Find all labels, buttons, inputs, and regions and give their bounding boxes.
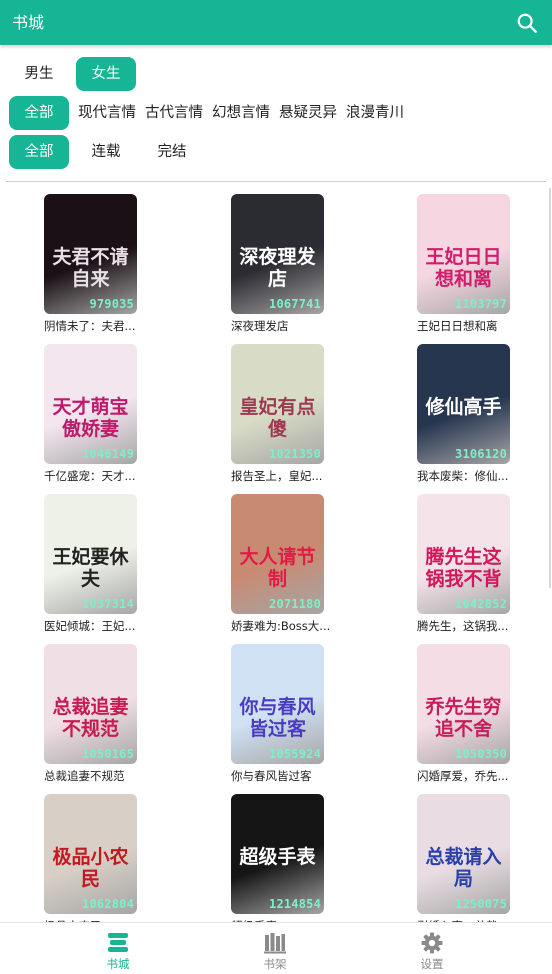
nav-label-settings: 设置 xyxy=(420,957,444,971)
scrollbar[interactable] xyxy=(549,188,551,588)
book-title[interactable]: 你与春风皆过客 xyxy=(231,768,381,784)
status-chip-ongoing[interactable]: 连载 xyxy=(82,135,130,169)
book-title[interactable]: 闪婚厚爱，乔先... xyxy=(417,768,552,784)
book-cover-title: 总裁追妻不规范 xyxy=(52,696,129,740)
category-chip-ancient-romance[interactable]: 古代言情 xyxy=(143,96,205,130)
book-cover-title: 大人请节制 xyxy=(239,546,316,590)
bookstore-icon xyxy=(108,933,128,952)
book-title[interactable]: 阴情未了：夫君... xyxy=(44,318,194,334)
search-icon[interactable] xyxy=(516,12,538,34)
book-word-count: 1214854 xyxy=(269,897,321,911)
gender-chip-female[interactable]: 女生 xyxy=(76,57,136,91)
book-cover[interactable]: 你与春风皆过客 1055924 xyxy=(231,644,324,764)
book-cover[interactable]: 修仙高手 3106120 xyxy=(417,344,510,464)
book-title[interactable]: 深夜理发店 xyxy=(231,318,381,334)
book-cover[interactable]: 极品小农民 1062804 xyxy=(44,794,137,914)
book-cover[interactable]: 皇妃有点傻 1021350 xyxy=(231,344,324,464)
book-cover-title: 天才萌宝傲娇妻 xyxy=(52,396,129,440)
nav-tab-bookshelf[interactable]: 书架 xyxy=(225,923,325,974)
bookshelf-icon xyxy=(264,933,286,954)
book-cover[interactable]: 腾先生这锅我不背 1042852 xyxy=(417,494,510,614)
status-chip-completed[interactable]: 完结 xyxy=(148,135,196,169)
book-cover[interactable]: 王妃日日想和离 1103797 xyxy=(417,194,510,314)
category-chip-fantasy-romance[interactable]: 幻想言情 xyxy=(210,96,272,130)
book-cover-title: 你与春风皆过客 xyxy=(239,696,316,740)
book-title[interactable]: 千亿盛宠：天才... xyxy=(44,468,194,484)
book-cover[interactable]: 超级手表 1214854 xyxy=(231,794,324,914)
book-cover[interactable]: 总裁追妻不规范 1050165 xyxy=(44,644,137,764)
book-grid: 夫君不请自来 979035 阴情未了：夫君... 深夜理发店 1067741 深夜理发店王… xyxy=(0,182,552,922)
book-word-count: 1055924 xyxy=(269,747,321,761)
book-title[interactable]: 王妃日日想和离 xyxy=(417,318,552,334)
nav-label-bookshelf: 书架 xyxy=(263,957,287,971)
book-title[interactable]: 娇妻难为:Boss大... xyxy=(231,618,381,634)
book-cover-title: 修仙高手 xyxy=(425,396,502,418)
book-word-count: 1103797 xyxy=(455,297,507,311)
settings-gear-icon xyxy=(421,932,443,954)
book-title[interactable]: 我本废柴：修仙... xyxy=(417,468,552,484)
book-title[interactable]: 腾先生，这锅我... xyxy=(417,618,552,634)
book-word-count: 1062804 xyxy=(82,897,134,911)
nav-tab-bookstore[interactable]: 书城 xyxy=(68,923,168,974)
book-cover-title: 王妃要休夫 xyxy=(52,546,129,590)
book-cover-title: 乔先生穷追不舍 xyxy=(425,696,502,740)
category-chip-all[interactable]: 全部 xyxy=(9,96,69,130)
book-cover[interactable]: 乔先生穷追不舍 1050350 xyxy=(417,644,510,764)
book-title[interactable]: 报告圣上，皇妃... xyxy=(231,468,381,484)
book-word-count: 3106120 xyxy=(455,447,507,461)
book-title[interactable]: 医妃倾城：王妃... xyxy=(44,618,194,634)
book-word-count: 1021350 xyxy=(269,447,321,461)
book-cover[interactable]: 夫君不请自来 979035 xyxy=(44,194,137,314)
book-cover-title: 腾先生这锅我不背 xyxy=(425,546,502,590)
book-word-count: 1050350 xyxy=(455,747,507,761)
book-word-count: 1042852 xyxy=(455,597,507,611)
book-word-count: 979035 xyxy=(89,297,134,311)
book-cover[interactable]: 王妃要休夫 1037314 xyxy=(44,494,137,614)
book-cover-title: 总裁请入局 xyxy=(425,846,502,890)
category-chip-romance-youth[interactable]: 浪漫青川 xyxy=(344,96,406,130)
book-cover-title: 皇妃有点傻 xyxy=(239,396,316,440)
app-header: 书城 xyxy=(0,0,552,45)
book-cover-title: 深夜理发店 xyxy=(239,246,316,290)
book-word-count: 2071180 xyxy=(269,597,321,611)
book-word-count: 1037314 xyxy=(82,597,134,611)
book-cover[interactable]: 大人请节制 2071180 xyxy=(231,494,324,614)
book-title[interactable]: 总裁追妻不规范 xyxy=(44,768,194,784)
book-word-count: 1067741 xyxy=(269,297,321,311)
book-cover-title: 超级手表 xyxy=(239,846,316,868)
book-cover-title: 王妃日日想和离 xyxy=(425,246,502,290)
status-chip-all[interactable]: 全部 xyxy=(9,135,69,169)
book-cover[interactable]: 天才萌宝傲娇妻 1046149 xyxy=(44,344,137,464)
book-cover-title: 夫君不请自来 xyxy=(52,246,129,290)
bottom-navigation: 书城 书架 设置 xyxy=(0,922,552,973)
book-cover[interactable]: 总裁请入局 1250075 xyxy=(417,794,510,914)
book-word-count: 1046149 xyxy=(82,447,134,461)
nav-label-bookstore: 书城 xyxy=(106,957,130,971)
nav-tab-settings[interactable]: 设置 xyxy=(382,923,482,974)
book-cover[interactable]: 深夜理发店 1067741 xyxy=(231,194,324,314)
book-word-count: 1050165 xyxy=(82,747,134,761)
book-cover-title: 极品小农民 xyxy=(52,846,129,890)
gender-chip-male[interactable]: 男生 xyxy=(16,57,62,91)
book-word-count: 1250075 xyxy=(455,897,507,911)
category-chip-modern-romance[interactable]: 现代言情 xyxy=(76,96,138,130)
page-title: 书城 xyxy=(12,13,45,32)
category-chip-suspense[interactable]: 悬疑灵异 xyxy=(277,96,339,130)
